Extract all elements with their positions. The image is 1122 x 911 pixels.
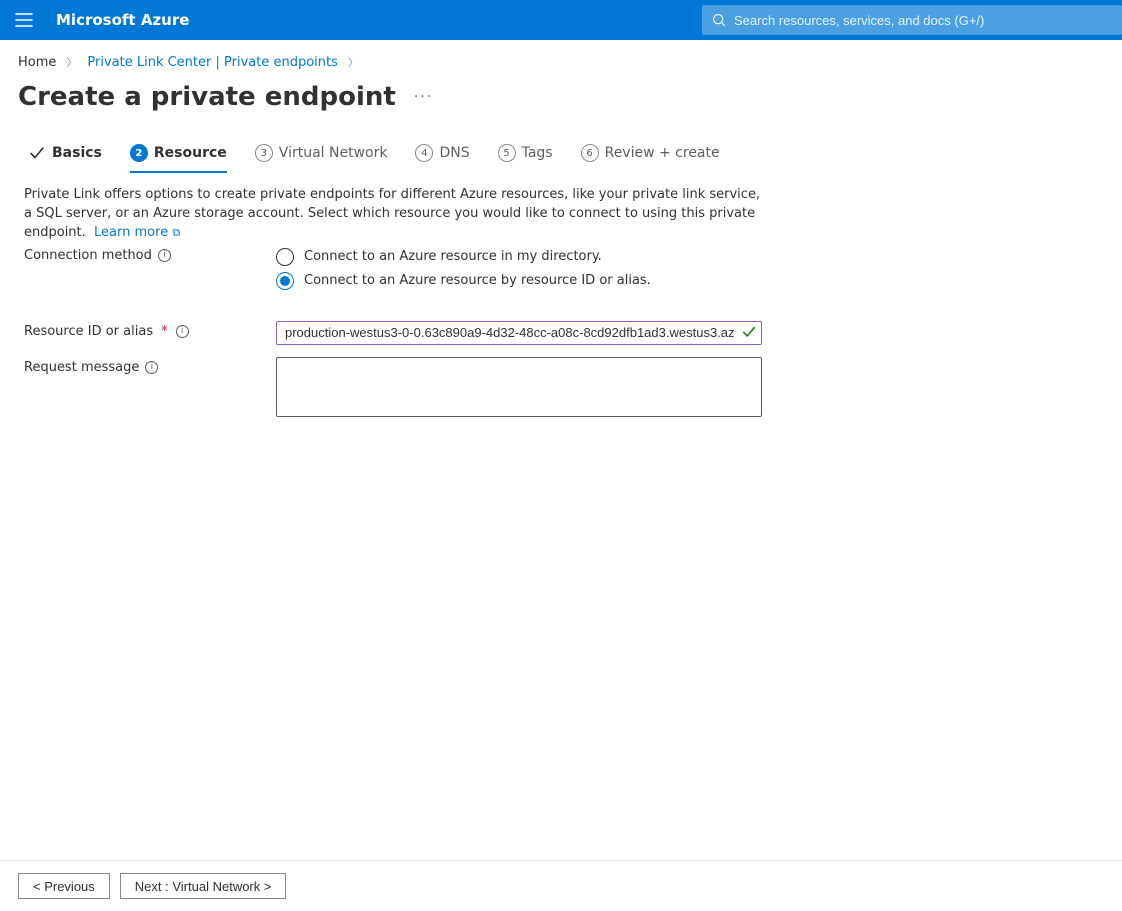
wizard-tabs: Basics 2 Resource 3 Virtual Network 4 DN… bbox=[0, 136, 1122, 172]
label-connection-method: Connection method i bbox=[24, 245, 276, 263]
resource-id-input[interactable] bbox=[276, 321, 762, 345]
row-resource-id: Resource ID or alias * i bbox=[24, 321, 766, 345]
info-icon[interactable]: i bbox=[176, 325, 189, 338]
row-connection-method: Connection method i Connect to an Azure … bbox=[24, 245, 766, 293]
breadcrumb-home[interactable]: Home bbox=[18, 55, 56, 70]
radio-label: Connect to an Azure resource by resource… bbox=[304, 273, 651, 288]
main-content: Private Link offers options to create pr… bbox=[0, 172, 790, 421]
step-number-icon: 5 bbox=[498, 144, 516, 162]
tab-virtual-network[interactable]: 3 Virtual Network bbox=[255, 136, 388, 172]
chevron-right-icon: 〉 bbox=[348, 54, 359, 70]
search-input[interactable] bbox=[726, 13, 1122, 28]
radio-label: Connect to an Azure resource in my direc… bbox=[304, 249, 602, 264]
tab-review-create[interactable]: 6 Review + create bbox=[581, 136, 720, 172]
info-icon[interactable]: i bbox=[158, 249, 171, 262]
radio-icon bbox=[276, 248, 294, 266]
request-message-input[interactable] bbox=[276, 357, 762, 417]
tab-label: Resource bbox=[154, 145, 227, 161]
external-link-icon: ⧉ bbox=[172, 226, 180, 239]
info-icon[interactable]: i bbox=[145, 361, 158, 374]
page-title: Create a private endpoint bbox=[18, 82, 396, 112]
check-icon bbox=[742, 325, 756, 343]
tab-label: Basics bbox=[52, 145, 102, 161]
chevron-right-icon: 〉 bbox=[66, 54, 77, 70]
radio-icon bbox=[276, 272, 294, 290]
page-title-row: Create a private endpoint ··· bbox=[0, 78, 1122, 136]
tab-label: Review + create bbox=[605, 145, 720, 161]
tab-tags[interactable]: 5 Tags bbox=[498, 136, 553, 172]
more-actions[interactable]: ··· bbox=[414, 89, 433, 105]
top-bar: Microsoft Azure bbox=[0, 0, 1122, 40]
previous-button[interactable]: < Previous bbox=[18, 873, 110, 899]
radio-connect-resource-id[interactable]: Connect to an Azure resource by resource… bbox=[276, 269, 766, 293]
label-resource-id: Resource ID or alias * i bbox=[24, 321, 276, 339]
wizard-footer: < Previous Next : Virtual Network > bbox=[0, 860, 1122, 911]
breadcrumb: Home 〉 Private Link Center | Private end… bbox=[0, 40, 1122, 78]
required-indicator: * bbox=[159, 324, 170, 339]
hamburger-icon bbox=[15, 13, 33, 27]
step-number-icon: 4 bbox=[415, 144, 433, 162]
intro-text: Private Link offers options to create pr… bbox=[24, 186, 766, 243]
global-search[interactable] bbox=[702, 5, 1122, 35]
radio-connect-directory[interactable]: Connect to an Azure resource in my direc… bbox=[276, 245, 766, 269]
learn-more-link[interactable]: Learn more ⧉ bbox=[94, 225, 180, 240]
next-button[interactable]: Next : Virtual Network > bbox=[120, 873, 287, 899]
tab-dns[interactable]: 4 DNS bbox=[415, 136, 469, 172]
tab-basics[interactable]: Basics bbox=[28, 136, 102, 172]
tab-label: DNS bbox=[439, 145, 469, 161]
step-number-icon: 2 bbox=[130, 144, 148, 162]
search-icon bbox=[712, 13, 726, 27]
tab-label: Tags bbox=[522, 145, 553, 161]
brand-title: Microsoft Azure bbox=[48, 11, 189, 29]
tab-label: Virtual Network bbox=[279, 145, 388, 161]
breadcrumb-private-link[interactable]: Private Link Center | Private endpoints bbox=[87, 55, 337, 70]
tab-resource[interactable]: 2 Resource bbox=[130, 136, 227, 172]
menu-toggle[interactable] bbox=[0, 13, 48, 27]
row-request-message: Request message i bbox=[24, 357, 766, 421]
label-request-message: Request message i bbox=[24, 357, 276, 375]
step-number-icon: 6 bbox=[581, 144, 599, 162]
step-number-icon: 3 bbox=[255, 144, 273, 162]
check-icon bbox=[28, 144, 46, 162]
